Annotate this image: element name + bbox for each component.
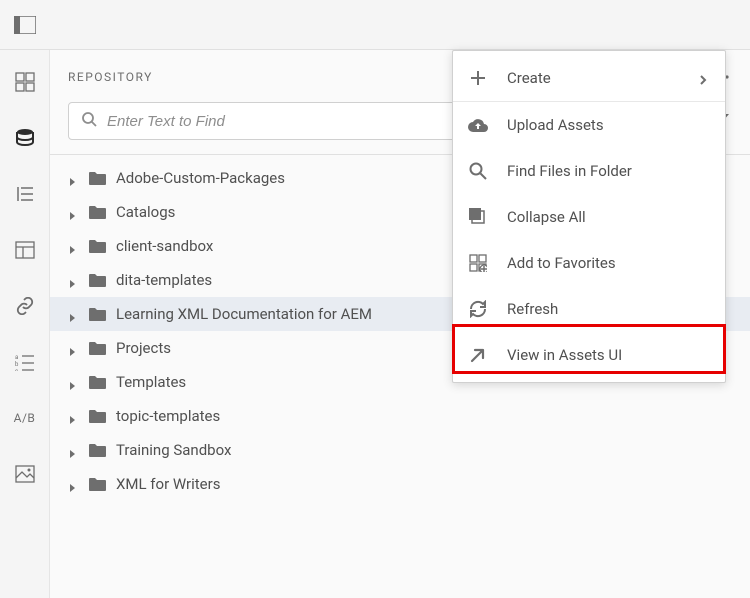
open-external-icon	[467, 344, 489, 366]
tree-item[interactable]: Training Sandbox	[50, 433, 750, 467]
sidebar-layout-icon[interactable]	[11, 236, 39, 264]
svg-text:c: c	[15, 368, 19, 371]
tree-item[interactable]: XML for Writers	[50, 467, 750, 501]
sidebar-list-icon[interactable]: abc	[11, 348, 39, 376]
menu-find-files[interactable]: Find Files in Folder	[453, 148, 725, 194]
folder-icon	[88, 443, 106, 457]
sidebar-link-icon[interactable]	[11, 292, 39, 320]
chevron-right-icon	[68, 411, 78, 421]
context-menu: Create Upload Assets Find Files in Folde…	[452, 50, 726, 383]
tree-item[interactable]: topic-templates	[50, 399, 750, 433]
tree-label: Training Sandbox	[116, 441, 732, 459]
menu-add-favorites[interactable]: Add to Favorites	[453, 240, 725, 286]
sidebar-grid[interactable]	[11, 68, 39, 96]
folder-icon	[88, 341, 106, 355]
sidebar-outline-icon[interactable]	[11, 180, 39, 208]
collapse-icon	[467, 206, 489, 228]
search-icon	[81, 111, 97, 131]
chevron-right-icon	[68, 173, 78, 183]
menu-create[interactable]: Create	[453, 55, 725, 102]
menu-label: Collapse All	[507, 208, 711, 226]
folder-icon	[88, 273, 106, 287]
chevron-right-icon	[68, 241, 78, 251]
chevron-right-icon	[68, 377, 78, 387]
chevron-right-icon	[68, 309, 78, 319]
svg-text:a: a	[15, 354, 19, 361]
chevron-right-icon	[68, 445, 78, 455]
top-bar	[0, 0, 750, 50]
chevron-right-icon	[68, 343, 78, 353]
chevron-right-icon	[68, 479, 78, 489]
menu-label: Add to Favorites	[507, 254, 711, 272]
menu-upload-assets[interactable]: Upload Assets	[453, 102, 725, 148]
chevron-right-icon	[68, 207, 78, 217]
menu-label: View in Assets UI	[507, 346, 711, 364]
menu-label: Upload Assets	[507, 116, 711, 134]
menu-view-assets-ui[interactable]: View in Assets UI	[453, 332, 725, 378]
plus-icon	[467, 67, 489, 89]
cloud-upload-icon	[467, 114, 489, 136]
chevron-right-icon	[68, 275, 78, 285]
chevron-right-icon	[699, 72, 711, 84]
left-sidebar: abc A/B	[0, 50, 50, 598]
menu-label: Refresh	[507, 300, 711, 318]
search-icon	[467, 160, 489, 182]
sidebar-image-icon[interactable]	[11, 460, 39, 488]
menu-label: Create	[507, 69, 681, 87]
grid-plus-icon	[467, 252, 489, 274]
folder-icon	[88, 375, 106, 389]
folder-icon	[88, 409, 106, 423]
folder-icon	[88, 205, 106, 219]
tree-label: XML for Writers	[116, 475, 732, 493]
sidebar-ab-icon[interactable]: A/B	[11, 404, 39, 432]
menu-refresh[interactable]: Refresh	[453, 286, 725, 332]
rail-toggle-icon[interactable]	[12, 14, 38, 36]
menu-label: Find Files in Folder	[507, 162, 711, 180]
menu-collapse-all[interactable]: Collapse All	[453, 194, 725, 240]
sidebar-repository-icon[interactable]	[11, 124, 39, 152]
tree-label: topic-templates	[116, 407, 732, 425]
folder-icon	[88, 239, 106, 253]
refresh-icon	[467, 298, 489, 320]
folder-icon	[88, 477, 106, 491]
svg-text:b: b	[15, 361, 19, 368]
folder-icon	[88, 171, 106, 185]
folder-icon	[88, 307, 106, 321]
